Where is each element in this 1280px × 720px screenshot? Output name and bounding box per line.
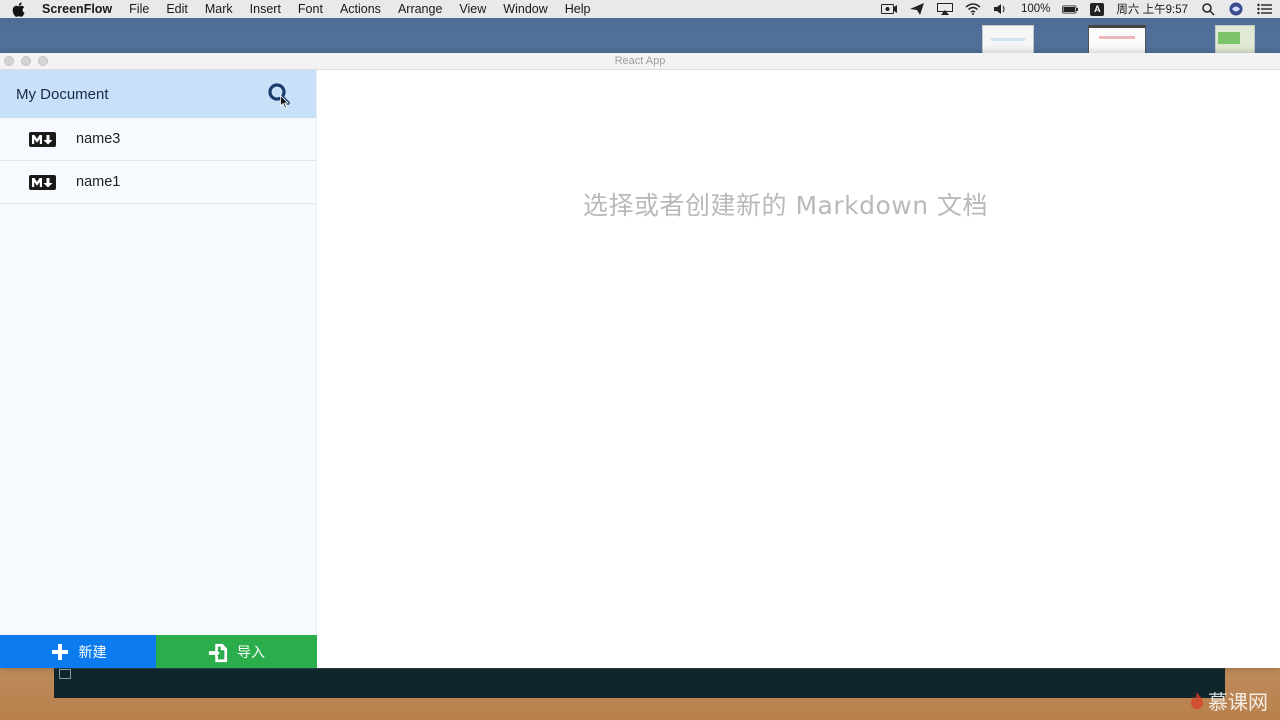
- file-search-header: My Document: [0, 70, 316, 118]
- terminal-cursor: [59, 669, 71, 679]
- input-method-badge[interactable]: A: [1090, 2, 1105, 16]
- search-icon: [268, 83, 290, 105]
- volume-icon[interactable]: [993, 3, 1009, 15]
- new-file-button[interactable]: 新建: [0, 635, 156, 668]
- plus-icon: [50, 642, 70, 662]
- sidebar-title: My Document: [16, 85, 109, 103]
- menu-edit[interactable]: Edit: [166, 2, 188, 16]
- terminal-window[interactable]: [54, 668, 1225, 698]
- file-list-item[interactable]: name1: [0, 161, 316, 204]
- menu-file[interactable]: File: [129, 2, 149, 16]
- empty-state-message: 选择或者创建新的 Markdown 文档: [583, 191, 988, 220]
- menu-help[interactable]: Help: [565, 2, 591, 16]
- menu-insert[interactable]: Insert: [250, 2, 281, 16]
- apple-icon[interactable]: [12, 1, 26, 17]
- flame-logo-icon: [1191, 691, 1203, 709]
- watermark: 慕课网: [1190, 686, 1268, 715]
- app-window: React App My Document name3 name1 新建 导入 …: [0, 53, 1280, 668]
- app-body: My Document name3 name1 新建 导入 选择或者创建新的 M…: [0, 70, 1280, 668]
- import-file-label: 导入: [237, 643, 265, 660]
- battery-icon[interactable]: [1062, 3, 1079, 15]
- file-list-item[interactable]: name3: [0, 118, 316, 161]
- desktop-thumbnail[interactable]: [1215, 25, 1255, 55]
- menu-app-name[interactable]: ScreenFlow: [42, 2, 112, 16]
- airplay-icon[interactable]: [937, 3, 953, 15]
- window-title: React App: [614, 55, 666, 67]
- menu-mark[interactable]: Mark: [205, 2, 233, 16]
- menu-clock[interactable]: 周六 上午9:57: [1116, 1, 1188, 17]
- close-window-button[interactable]: [4, 56, 14, 66]
- spotlight-search-icon[interactable]: [1200, 2, 1216, 16]
- screen-record-icon[interactable]: [881, 3, 897, 15]
- notification-center-icon[interactable]: [1256, 3, 1272, 15]
- file-list: name3 name1: [0, 118, 316, 204]
- import-file-button[interactable]: 导入: [156, 635, 317, 668]
- desktop-thumbnail[interactable]: [1088, 25, 1146, 55]
- editor-area: 选择或者创建新的 Markdown 文档: [317, 70, 1280, 668]
- file-name: name3: [76, 131, 121, 147]
- send-icon[interactable]: [909, 3, 925, 15]
- file-sidebar: My Document name3 name1 新建 导入: [0, 70, 317, 668]
- file-import-icon: [208, 642, 228, 662]
- menu-view[interactable]: View: [459, 2, 486, 16]
- wifi-icon[interactable]: [965, 3, 981, 15]
- markdown-icon: [29, 131, 56, 147]
- menu-extras: 100% A 周六 上午9:57: [881, 0, 1272, 18]
- battery-percent: 100%: [1021, 3, 1051, 15]
- siri-icon[interactable]: [1228, 2, 1244, 16]
- menu-actions[interactable]: Actions: [340, 2, 381, 16]
- window-controls: [4, 56, 48, 66]
- markdown-icon: [29, 174, 56, 190]
- sidebar-actions: 新建 导入: [0, 635, 317, 668]
- desktop-thumbnail[interactable]: [982, 25, 1034, 55]
- menu-window[interactable]: Window: [503, 2, 547, 16]
- minimize-window-button[interactable]: [21, 56, 31, 66]
- menu-arrange[interactable]: Arrange: [398, 2, 442, 16]
- file-name: name1: [76, 174, 121, 190]
- window-titlebar[interactable]: React App: [0, 53, 1280, 70]
- new-file-label: 新建: [78, 643, 107, 660]
- zoom-window-button[interactable]: [38, 56, 48, 66]
- menu-bar: ScreenFlow File Edit Mark Insert Font Ac…: [0, 0, 1280, 18]
- menu-font[interactable]: Font: [298, 2, 323, 16]
- watermark-text: 慕课网: [1208, 690, 1268, 714]
- search-button[interactable]: [267, 82, 291, 106]
